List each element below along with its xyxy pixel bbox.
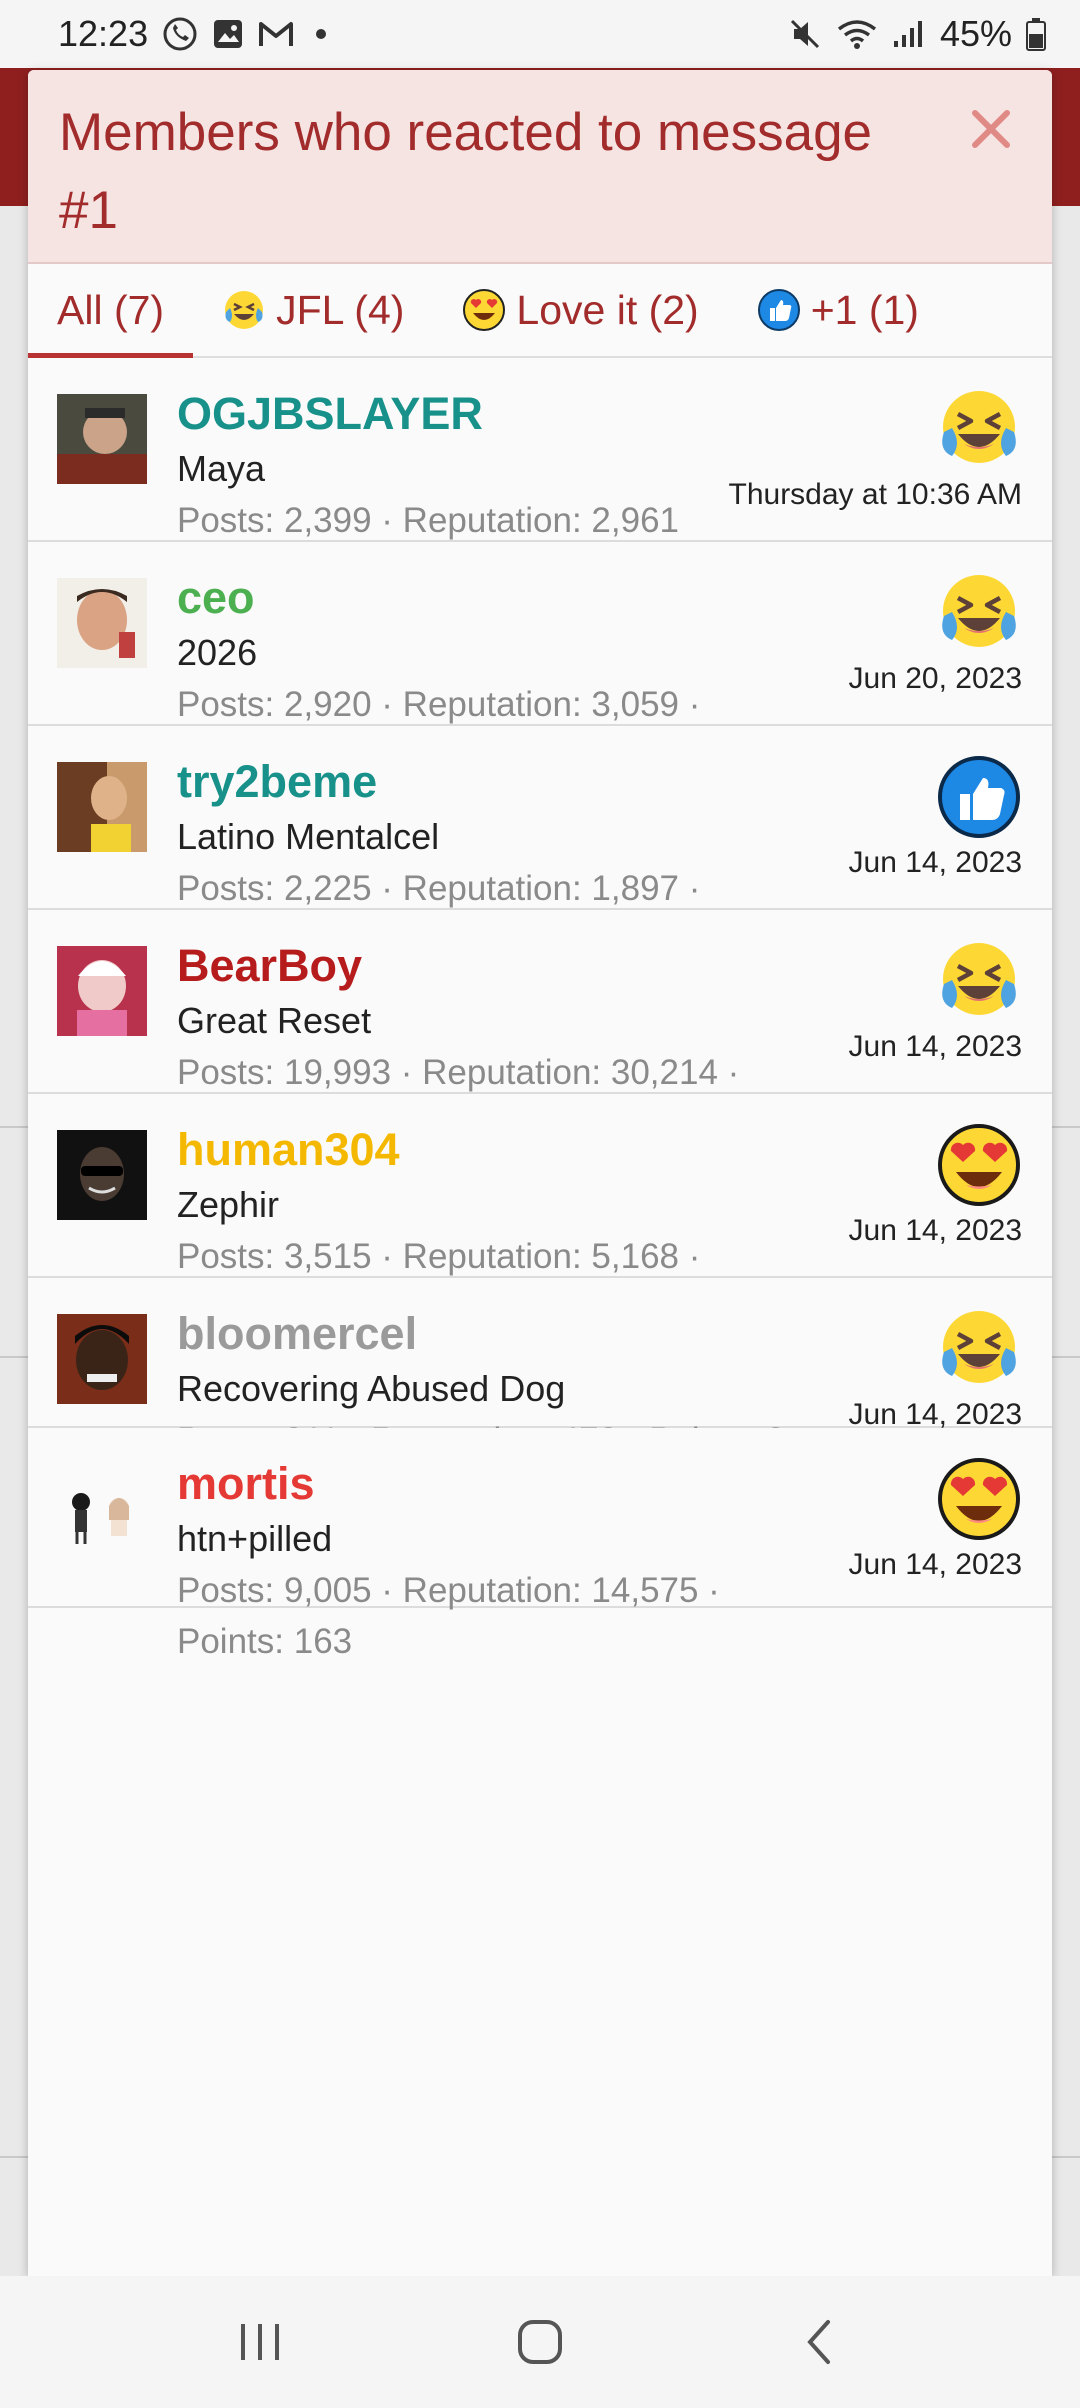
avatar[interactable] [57, 762, 147, 852]
laughing-crying-emoji-icon [936, 386, 1022, 472]
status-bar-right: 45% [788, 13, 1046, 55]
member-row[interactable]: try2beme Latino Mentalcel Posts: 2,225 · R… [28, 726, 1052, 959]
avatar[interactable] [57, 1314, 147, 1404]
user-stats-continued: Points: 163 [177, 1622, 353, 1661]
close-button[interactable] [960, 98, 1022, 160]
modal-title: Members who reacted to message #1 [59, 103, 873, 240]
reaction-date: Thursday at 10:36 AM [728, 478, 1023, 511]
laughing-crying-emoji-icon [225, 291, 264, 329]
reaction-date: Jun 14, 2023 [848, 1398, 1022, 1431]
member-row[interactable]: BearBoy Great Reset Posts: 19,993 · Reputa… [28, 910, 1052, 1143]
member-row[interactable]: human304 Zephir Posts: 3,515 · Reputation:… [28, 1094, 1052, 1327]
username-link[interactable]: human304 [177, 1121, 1052, 1179]
recents-icon [241, 2324, 279, 2360]
reaction-date: Jun 14, 2023 [848, 1030, 1022, 1063]
member-row[interactable]: bloomercelRecovering Abused DogPosts: 31… [28, 1278, 1052, 1460]
recents-button[interactable] [215, 2297, 305, 2387]
avatar[interactable] [57, 394, 147, 484]
tab-plus-one[interactable]: +1 (1) [728, 264, 948, 356]
laughing-crying-emoji-icon [936, 1306, 1022, 1392]
wifi-icon [836, 17, 878, 51]
clock: 12:23 [58, 13, 149, 54]
close-icon [972, 110, 1010, 148]
gmail-icon [258, 19, 294, 49]
reaction-date: Jun 14, 2023 [848, 1214, 1022, 1247]
reaction-date: Jun 14, 2023 [848, 846, 1022, 879]
tab-label: +1 (1) [810, 286, 919, 333]
avatar[interactable] [57, 578, 147, 668]
gallery-icon [212, 18, 244, 50]
heart-eyes-emoji-icon [463, 289, 506, 331]
reaction-date: Jun 14, 2023 [848, 1548, 1022, 1581]
avatar[interactable] [57, 1464, 147, 1554]
navigation-bar [0, 2276, 1080, 2408]
status-bar-left: 12:23 [58, 13, 327, 55]
reaction-date: Jun 20, 2023 [848, 662, 1022, 695]
modal-header: Members who reacted to message #1 [28, 70, 1052, 264]
avatar[interactable] [57, 946, 147, 1036]
back-button[interactable] [775, 2297, 865, 2387]
heart-eyes-emoji-icon [936, 1456, 1022, 1542]
username-link[interactable]: bloomercel [177, 1305, 1052, 1363]
member-list: OGJBSLAYER Maya Posts: 2,399 · Reputation:… [28, 358, 1052, 1661]
reactions-modal: Members who reacted to message #1 All (7… [28, 70, 1052, 2276]
thumbs-up-emoji-icon [757, 289, 800, 331]
tab-all[interactable]: All (7) [28, 264, 194, 358]
home-button[interactable] [495, 2297, 585, 2387]
username-link[interactable]: ceo [177, 569, 1052, 627]
tab-jfl[interactable]: JFL (4) [193, 264, 433, 356]
member-row[interactable]: mortis htn+pilled Posts: 9,005 · Reputatio… [28, 1428, 1052, 1661]
thumbs-up-emoji-icon [936, 754, 1022, 840]
username-link[interactable]: BearBoy [177, 937, 1052, 995]
back-icon [807, 2320, 830, 2364]
battery-percent: 45% [939, 13, 1012, 54]
username-link[interactable]: try2beme [177, 753, 1052, 811]
mute-icon [788, 17, 822, 51]
notification-dot-icon [316, 29, 327, 39]
status-bar: 12:23 45% [0, 0, 1080, 68]
phone-call-icon [162, 16, 198, 52]
tab-label: All (7) [57, 286, 165, 333]
laughing-crying-emoji-icon [936, 570, 1022, 656]
laughing-crying-emoji-icon [936, 938, 1022, 1024]
member-row[interactable]: ceo 2026 Posts: 2,920 · Reputation: 3,059 … [28, 542, 1052, 775]
username-link[interactable]: mortis [177, 1455, 1052, 1513]
tab-label: Love it (2) [516, 286, 699, 333]
avatar[interactable] [57, 1130, 147, 1220]
battery-icon [1026, 17, 1046, 51]
member-row[interactable]: OGJBSLAYER Maya Posts: 2,399 · Reputation:… [28, 358, 1052, 591]
home-icon [518, 2320, 562, 2364]
username-link[interactable]: OGJBSLAYER [177, 385, 1052, 443]
heart-eyes-emoji-icon [936, 1122, 1022, 1208]
tab-love-it[interactable]: Love it (2) [433, 264, 727, 356]
signal-icon [892, 19, 926, 49]
reaction-tabs: All (7) JFL (4) Love it (2) +1 (1) [28, 264, 1052, 358]
tab-label: JFL (4) [276, 286, 405, 333]
